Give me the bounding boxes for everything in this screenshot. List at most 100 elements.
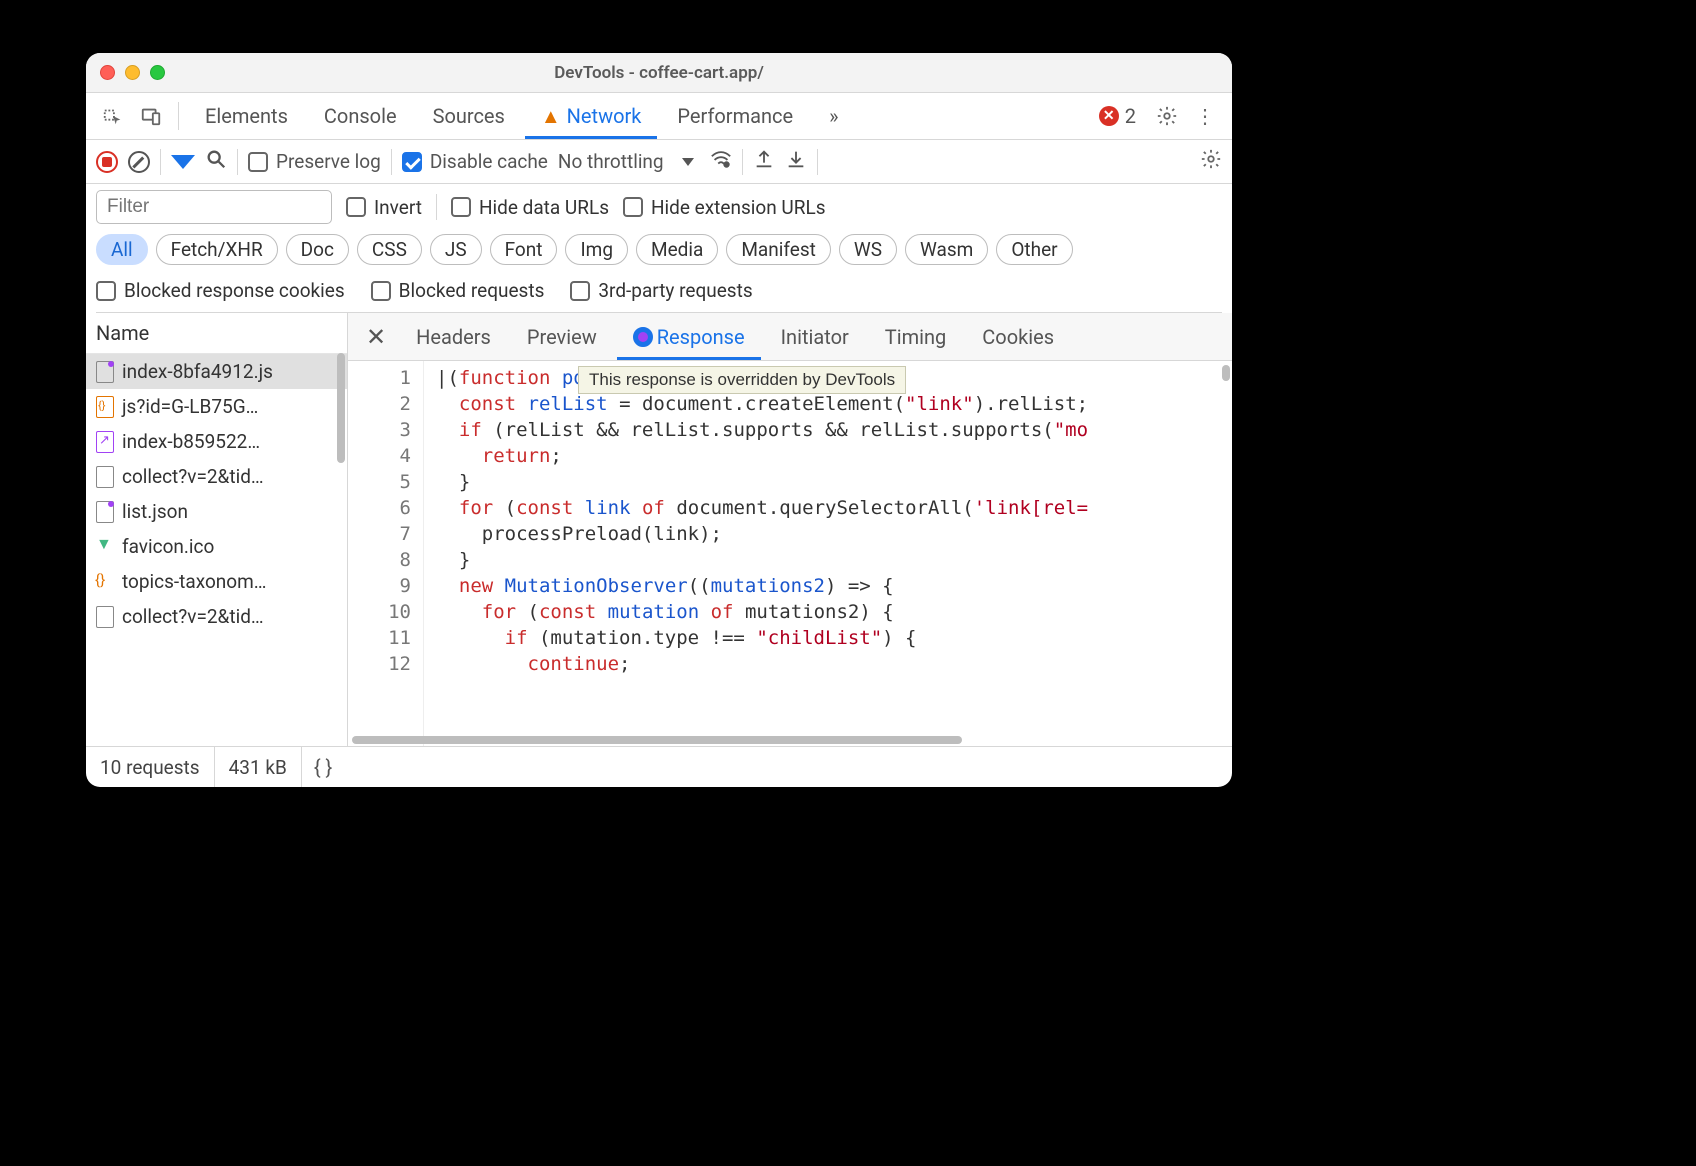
dtab-cookies[interactable]: Cookies (966, 313, 1070, 360)
request-detail-tabs: ✕ Headers Preview Response Initiator Tim… (348, 313, 1232, 361)
request-row[interactable]: index-8bfa4912.js (86, 354, 347, 389)
tab-console[interactable]: Console (308, 93, 413, 139)
network-content: Name index-8bfa4912.js js?id=G-LB75G… in… (86, 313, 1232, 747)
record-button[interactable] (96, 151, 118, 173)
invert-checkbox[interactable]: Invert (346, 196, 422, 219)
third-party-checkbox[interactable]: 3rd-party requests (570, 279, 752, 302)
separator (391, 149, 392, 175)
dtab-headers[interactable]: Headers (400, 313, 507, 360)
search-icon[interactable] (205, 148, 227, 176)
network-conditions-icon[interactable] (710, 148, 732, 175)
separator (817, 149, 818, 175)
request-row[interactable]: topics-taxonom… (86, 564, 347, 599)
tabs-overflow[interactable]: » (813, 93, 854, 139)
error-icon: ✕ (1099, 106, 1119, 126)
chip-css[interactable]: CSS (357, 234, 422, 265)
filter-input[interactable] (96, 190, 332, 224)
tab-performance[interactable]: Performance (661, 93, 809, 139)
pretty-print-button[interactable]: { } (302, 755, 345, 779)
response-code-viewer[interactable]: 123456789101112 |(function polyfil const… (348, 361, 1232, 746)
code-horizontal-scrollbar[interactable] (348, 734, 1232, 746)
checkbox-icon (96, 281, 116, 301)
chip-ws[interactable]: WS (839, 234, 897, 265)
dtab-preview[interactable]: Preview (511, 313, 613, 360)
checkbox-icon (248, 152, 268, 172)
file-doc-icon (96, 466, 114, 488)
filter-icon[interactable] (171, 155, 195, 169)
window-zoom-button[interactable] (150, 65, 165, 80)
request-list: Name index-8bfa4912.js js?id=G-LB75G… in… (86, 313, 348, 746)
throttling-select[interactable]: No throttling (558, 150, 694, 173)
tab-sources[interactable]: Sources (417, 93, 521, 139)
close-detail-button[interactable]: ✕ (356, 323, 396, 351)
dtab-response[interactable]: Response (617, 313, 761, 360)
network-settings-gear-icon[interactable] (1200, 148, 1222, 175)
preserve-log-checkbox[interactable]: Preserve log (248, 150, 381, 173)
request-name: topics-taxonom… (122, 570, 267, 593)
chip-all[interactable]: All (96, 234, 148, 265)
chip-wasm[interactable]: Wasm (905, 234, 988, 265)
file-doc-icon (96, 606, 114, 628)
request-row[interactable]: collect?v=2&tid… (86, 459, 347, 494)
hide-extension-urls-checkbox[interactable]: Hide extension URLs (623, 196, 826, 219)
request-row[interactable]: index-b859522… (86, 424, 347, 459)
network-status-bar: 10 requests 431 kB { } (86, 747, 1232, 787)
hide-data-urls-checkbox[interactable]: Hide data URLs (451, 196, 609, 219)
network-toolbar: Preserve log Disable cache No throttling (86, 140, 1232, 184)
chip-doc[interactable]: Doc (286, 234, 349, 265)
devtools-window: DevTools - coffee-cart.app/ Elements Con… (86, 53, 1232, 787)
code-vertical-scrollbar[interactable] (1222, 365, 1230, 381)
settings-gear-icon[interactable] (1150, 99, 1184, 133)
network-filter-row: Invert Hide data URLs Hide extension URL… (86, 184, 1232, 313)
chip-other[interactable]: Other (996, 234, 1072, 265)
device-toolbar-icon[interactable] (134, 99, 168, 133)
checkbox-icon (371, 281, 391, 301)
extra-checks-row: Blocked response cookies Blocked request… (96, 273, 1222, 313)
export-har-icon[interactable] (753, 148, 775, 175)
blocked-cookies-checkbox[interactable]: Blocked response cookies (96, 279, 345, 302)
window-close-button[interactable] (100, 65, 115, 80)
chip-media[interactable]: Media (636, 234, 718, 265)
request-name: index-b859522… (122, 430, 260, 453)
blocked-requests-checkbox[interactable]: Blocked requests (371, 279, 545, 302)
request-list-scrollbar[interactable] (335, 313, 347, 746)
status-transferred: 431 kB (215, 747, 302, 787)
window-traffic-lights (100, 65, 165, 80)
dtab-initiator[interactable]: Initiator (765, 313, 865, 360)
request-name: favicon.ico (122, 535, 214, 558)
window-minimize-button[interactable] (125, 65, 140, 80)
request-rows: index-8bfa4912.js js?id=G-LB75G… index-b… (86, 354, 347, 746)
chip-font[interactable]: Font (490, 234, 558, 265)
status-requests-count: 10 requests (86, 747, 215, 787)
chip-fetch-xhr[interactable]: Fetch/XHR (156, 234, 278, 265)
request-row[interactable]: list.json (86, 494, 347, 529)
line-gutter: 123456789101112 (348, 361, 424, 746)
file-script-icon (96, 396, 114, 418)
more-menu-icon[interactable]: ⋮ (1188, 99, 1222, 133)
checkbox-icon (570, 281, 590, 301)
dtab-timing[interactable]: Timing (869, 313, 962, 360)
request-row[interactable]: collect?v=2&tid… (86, 599, 347, 634)
request-name: collect?v=2&tid… (122, 605, 264, 628)
chip-js[interactable]: JS (430, 234, 482, 265)
request-name: index-8bfa4912.js (122, 360, 273, 383)
window-title: DevTools - coffee-cart.app/ (86, 63, 1232, 83)
disable-cache-checkbox[interactable]: Disable cache (402, 150, 548, 173)
chip-manifest[interactable]: Manifest (726, 234, 831, 265)
request-row[interactable]: favicon.ico (86, 529, 347, 564)
request-list-header[interactable]: Name (86, 313, 347, 354)
file-js-icon (96, 361, 114, 383)
separator (436, 194, 437, 220)
clear-button[interactable] (128, 151, 150, 173)
chip-img[interactable]: Img (565, 234, 628, 265)
warning-icon: ▲ (541, 104, 561, 129)
error-count-badge[interactable]: ✕ 2 (1099, 104, 1136, 128)
code-content: |(function polyfil const relList = docum… (424, 361, 1232, 746)
request-name: list.json (122, 500, 188, 523)
file-json-icon (96, 571, 114, 593)
tab-elements[interactable]: Elements (189, 93, 304, 139)
inspect-icon[interactable] (96, 99, 130, 133)
request-row[interactable]: js?id=G-LB75G… (86, 389, 347, 424)
tab-network[interactable]: ▲ Network (525, 93, 658, 139)
import-har-icon[interactable] (785, 148, 807, 175)
